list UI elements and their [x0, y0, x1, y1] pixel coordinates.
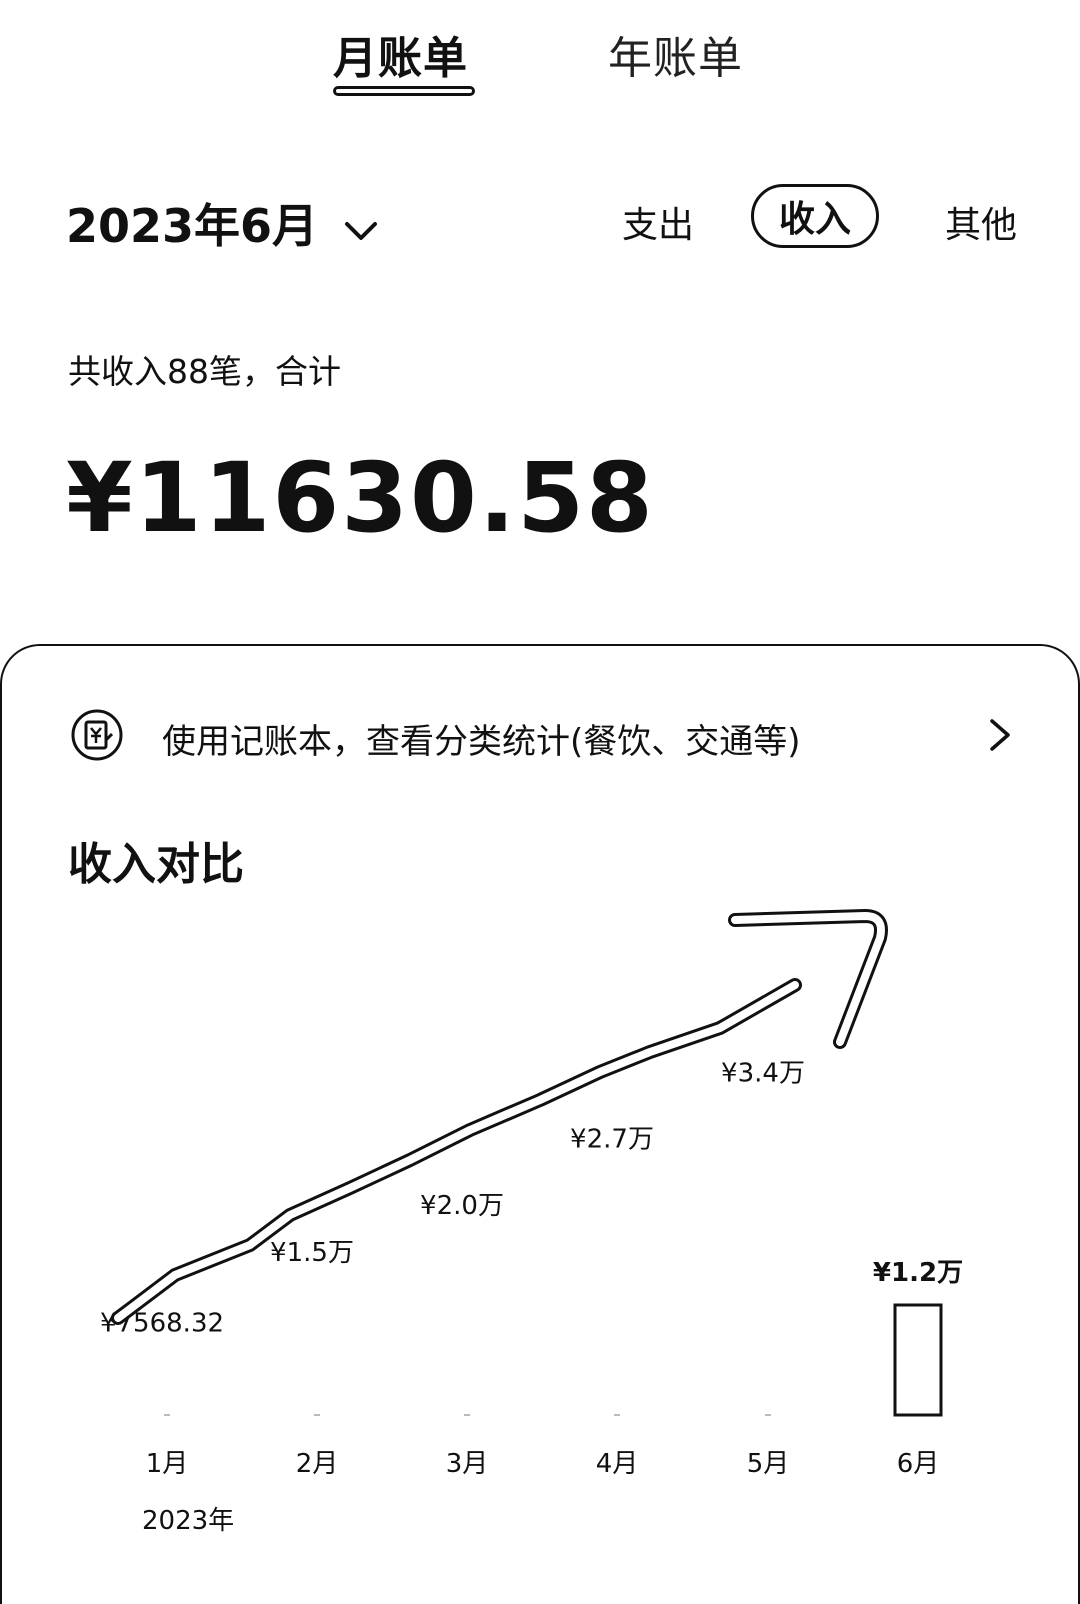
x-axis-tick-label: 5月: [747, 1449, 790, 1479]
month-selector[interactable]: 2023年6月: [66, 190, 378, 256]
total-amount: ¥11630.58: [66, 442, 655, 554]
ledger-icon: [70, 708, 124, 762]
x-axis-tick-label: 1月: [146, 1449, 189, 1479]
filter-other[interactable]: 其他: [945, 196, 1017, 248]
annotation-arrow-fill: [114, 981, 799, 1322]
chart-data-label: ¥3.4万: [721, 1058, 805, 1088]
x-axis-tick-label: 6月: [897, 1449, 940, 1479]
chart-data-label: ¥2.7万: [570, 1125, 654, 1155]
x-axis-tick-label: 4月: [596, 1449, 639, 1479]
tab-yearly-bill[interactable]: 年账单: [608, 22, 743, 86]
chevron-down-icon: [344, 199, 378, 253]
chevron-right-icon[interactable]: [988, 718, 1012, 756]
x-axis-year-label: 2023年: [142, 1506, 235, 1536]
chart-data-label: ¥2.0万: [420, 1191, 504, 1221]
tab-monthly-bill[interactable]: 月账单: [333, 22, 468, 86]
summary-count: 共收入88笔，合计: [68, 352, 341, 391]
income-comparison-chart: ¥7568.321月¥1.5万2月¥2.0万3月¥2.7万4月¥3.4万5月¥1…: [100, 909, 963, 1479]
filter-expense[interactable]: 支出: [622, 196, 694, 248]
month-label: 2023年6月: [66, 199, 319, 253]
x-axis-tick-label: 2月: [296, 1449, 339, 1479]
promo-ledger-link[interactable]: 使用记账本，查看分类统计(餐饮、交通等): [162, 714, 801, 763]
chart-data-label: ¥1.2万: [873, 1258, 963, 1288]
x-axis-tick-label: 3月: [446, 1449, 489, 1479]
chart-data-label: ¥1.5万: [270, 1238, 354, 1268]
filter-income[interactable]: 收入: [751, 184, 879, 248]
chart-bar[interactable]: [893, 1303, 943, 1417]
active-tab-indicator: [333, 86, 475, 96]
annotation-arrow-stroke: [728, 909, 888, 1049]
